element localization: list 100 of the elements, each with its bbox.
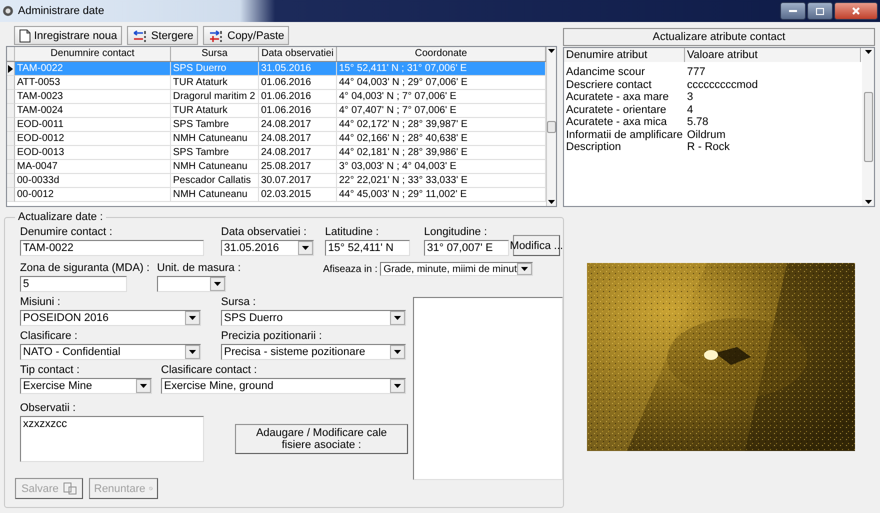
- dropdown[interactable]: SPS Duerro: [221, 310, 406, 326]
- table-cell: TUR Ataturk: [171, 76, 259, 90]
- table-cell: 44° 02,181' N ; 28° 39,986' E: [337, 146, 546, 160]
- dropdown-button[interactable]: [390, 379, 405, 393]
- table-cell: 44° 02,172' N ; 28° 39,987' E: [337, 118, 546, 132]
- table-cell: 31.05.2016: [259, 62, 337, 76]
- text-field[interactable]: 15° 52,411' N: [325, 240, 410, 256]
- column-header[interactable]: Valoare atribut: [685, 48, 861, 62]
- toolbar-button[interactable]: Inregistrare noua: [14, 26, 122, 45]
- column-header[interactable]: Sursa: [171, 47, 259, 61]
- row-header[interactable]: [7, 62, 15, 76]
- scroll-thumb[interactable]: [864, 92, 872, 162]
- scrollbar[interactable]: [547, 47, 556, 206]
- minimize-button[interactable]: [780, 2, 806, 20]
- dropdown-button[interactable]: [298, 241, 313, 255]
- table-cell-text: Description: [565, 141, 622, 154]
- table-cell: 24.08.2017: [259, 146, 337, 160]
- dropdown[interactable]: NATO - Confidential: [20, 344, 201, 360]
- field-label: Misiuni :: [20, 296, 62, 309]
- table-row[interactable]: ATT-0053 TUR Ataturk 01.06.2016 44° 04,003' N ; 29° 07,006' E: [7, 76, 546, 90]
- table-row[interactable]: TAM-0023 Dragorul maritim 2 01.06.2016 4° 04,003' N ; 7° 07,006' E: [7, 90, 546, 104]
- table-cell-text: Acuratete - axa mare: [565, 91, 670, 104]
- column-header[interactable]: Denumnire contact: [15, 47, 171, 61]
- arrows-icon: [132, 28, 148, 42]
- table-cell: NMH Catuneanu: [171, 160, 259, 174]
- dropdown-button[interactable]: [516, 263, 532, 275]
- table-row[interactable]: MA-0047 NMH Catuneanu 25.08.2017 3° 03,003' N ; 4° 04,003' E: [7, 160, 546, 174]
- table-row[interactable]: TAM-0024 TUR Ataturk 01.06.2016 4° 07,407' N ; 7° 07,006' E: [7, 104, 546, 118]
- group-title: Actualizare date :: [17, 211, 104, 223]
- dropdown-button[interactable]: [390, 311, 405, 325]
- action-button[interactable]: Adaugare / Modificare cale fisiere asociate :: [235, 424, 408, 454]
- caret-icon: [394, 384, 401, 388]
- table-cell: EOD-0011: [15, 118, 171, 132]
- caret-icon: [189, 350, 196, 354]
- close-button[interactable]: [834, 2, 878, 20]
- table-cell: SPS Tambre: [171, 146, 259, 160]
- table-cell: 01.06.2016: [259, 76, 337, 90]
- table-row[interactable]: EOD-0013 SPS Tambre 24.08.2017 44° 02,181' N ; 28° 39,986' E: [7, 146, 546, 160]
- table-row[interactable]: EOD-0012 NMH Catuneanu 24.08.2017 44° 02,166' N ; 28° 40,638' E: [7, 132, 546, 146]
- table-row[interactable]: EOD-0011 SPS Tambre 24.08.2017 44° 02,172' N ; 28° 39,987' E: [7, 118, 546, 132]
- dropdown[interactable]: Grade, minute, miimi de minut: [380, 262, 533, 276]
- table-cell: 00-0012: [15, 188, 171, 202]
- field-label: Denumire contact :: [20, 226, 114, 239]
- table-cell: 00-0033d: [15, 174, 171, 188]
- field-label: Tip contact :: [20, 364, 81, 377]
- field-label: Sursa :: [221, 296, 257, 309]
- scrollbar[interactable]: [862, 48, 874, 206]
- table-cell: 01.06.2016: [259, 104, 337, 118]
- caret-icon: [214, 282, 221, 286]
- table-cell-text: 777: [686, 66, 706, 78]
- action-button[interactable]: Modifica ...: [513, 235, 560, 256]
- dropdown-button[interactable]: [210, 277, 225, 291]
- field-label: Afiseaza in :: [323, 264, 378, 274]
- text-field[interactable]: TAM-0022: [20, 240, 204, 256]
- table-cell: TAM-0022: [15, 62, 171, 76]
- update-attributes-button[interactable]: Actualizare atribute contact: [563, 28, 875, 46]
- text-area[interactable]: xzxzxzcc: [20, 416, 204, 462]
- table-cell: NMH Catuneanu: [171, 188, 259, 202]
- table-row[interactable]: 00-0033d Pescador Callatis 30.07.2017 22° 22,021' N ; 33° 33,033' E: [7, 174, 546, 188]
- dropdown[interactable]: 31.05.2016: [221, 240, 314, 256]
- table-row[interactable]: 00-0012 NMH Catuneanu 02.03.2015 44° 45,003' N ; 29° 11,002' E: [7, 188, 546, 202]
- table-cell: SPS Duerro: [171, 62, 259, 76]
- table-cell-text: cccccccccmod: [686, 78, 759, 91]
- field-label: Zona de siguranta (MDA) :: [20, 262, 151, 275]
- table-cell: TAM-0024: [15, 104, 171, 118]
- field-label: Clasificare :: [20, 330, 78, 343]
- dropdown[interactable]: Exercise Mine, ground: [161, 378, 406, 394]
- column-header[interactable]: Data observatiei: [259, 47, 337, 61]
- row-pointer-icon: [8, 64, 13, 72]
- caret-icon: [864, 200, 872, 204]
- dropdown[interactable]: [157, 276, 226, 292]
- text-field[interactable]: 5: [20, 276, 127, 292]
- table-cell: 24.08.2017: [259, 132, 337, 146]
- table-cell: MA-0047: [15, 160, 171, 174]
- dropdown-button[interactable]: [185, 345, 200, 359]
- maximize-icon: [816, 8, 824, 14]
- scroll-thumb[interactable]: [547, 120, 556, 132]
- maximize-button[interactable]: [807, 2, 833, 20]
- table-cell-text: Oildrum: [686, 128, 727, 141]
- dropdown-button[interactable]: [390, 345, 405, 359]
- table-cell: 44° 04,003' N ; 29° 07,006' E: [337, 76, 546, 90]
- caret-icon: [394, 316, 401, 320]
- dropdown-button[interactable]: [136, 379, 151, 393]
- dropdown[interactable]: Exercise Mine: [20, 378, 152, 394]
- table-cell: 30.07.2017: [259, 174, 337, 188]
- caret-icon: [520, 267, 528, 271]
- text-field[interactable]: 31° 07,007' E: [424, 240, 509, 256]
- dropdown[interactable]: Precisa - sisteme pozitionare: [221, 344, 406, 360]
- toolbar-button[interactable]: Stergere: [127, 26, 198, 45]
- toolbar-button[interactable]: Copy/Paste: [203, 26, 290, 45]
- table-cell-text: Descriere contact: [565, 78, 653, 91]
- column-header[interactable]: Coordonate: [337, 47, 546, 61]
- minimize-icon: [789, 10, 797, 12]
- field-label: Data observatiei :: [221, 226, 308, 239]
- table-cell: 22° 22,021' N ; 33° 33,033' E: [337, 174, 546, 188]
- dropdown-button[interactable]: [185, 311, 200, 325]
- new-document-icon: [19, 28, 31, 42]
- column-header[interactable]: Denumire atribut: [564, 48, 685, 62]
- table-cell-text: 5.78: [686, 116, 710, 128]
- dropdown[interactable]: POSEIDON 2016: [20, 310, 201, 326]
